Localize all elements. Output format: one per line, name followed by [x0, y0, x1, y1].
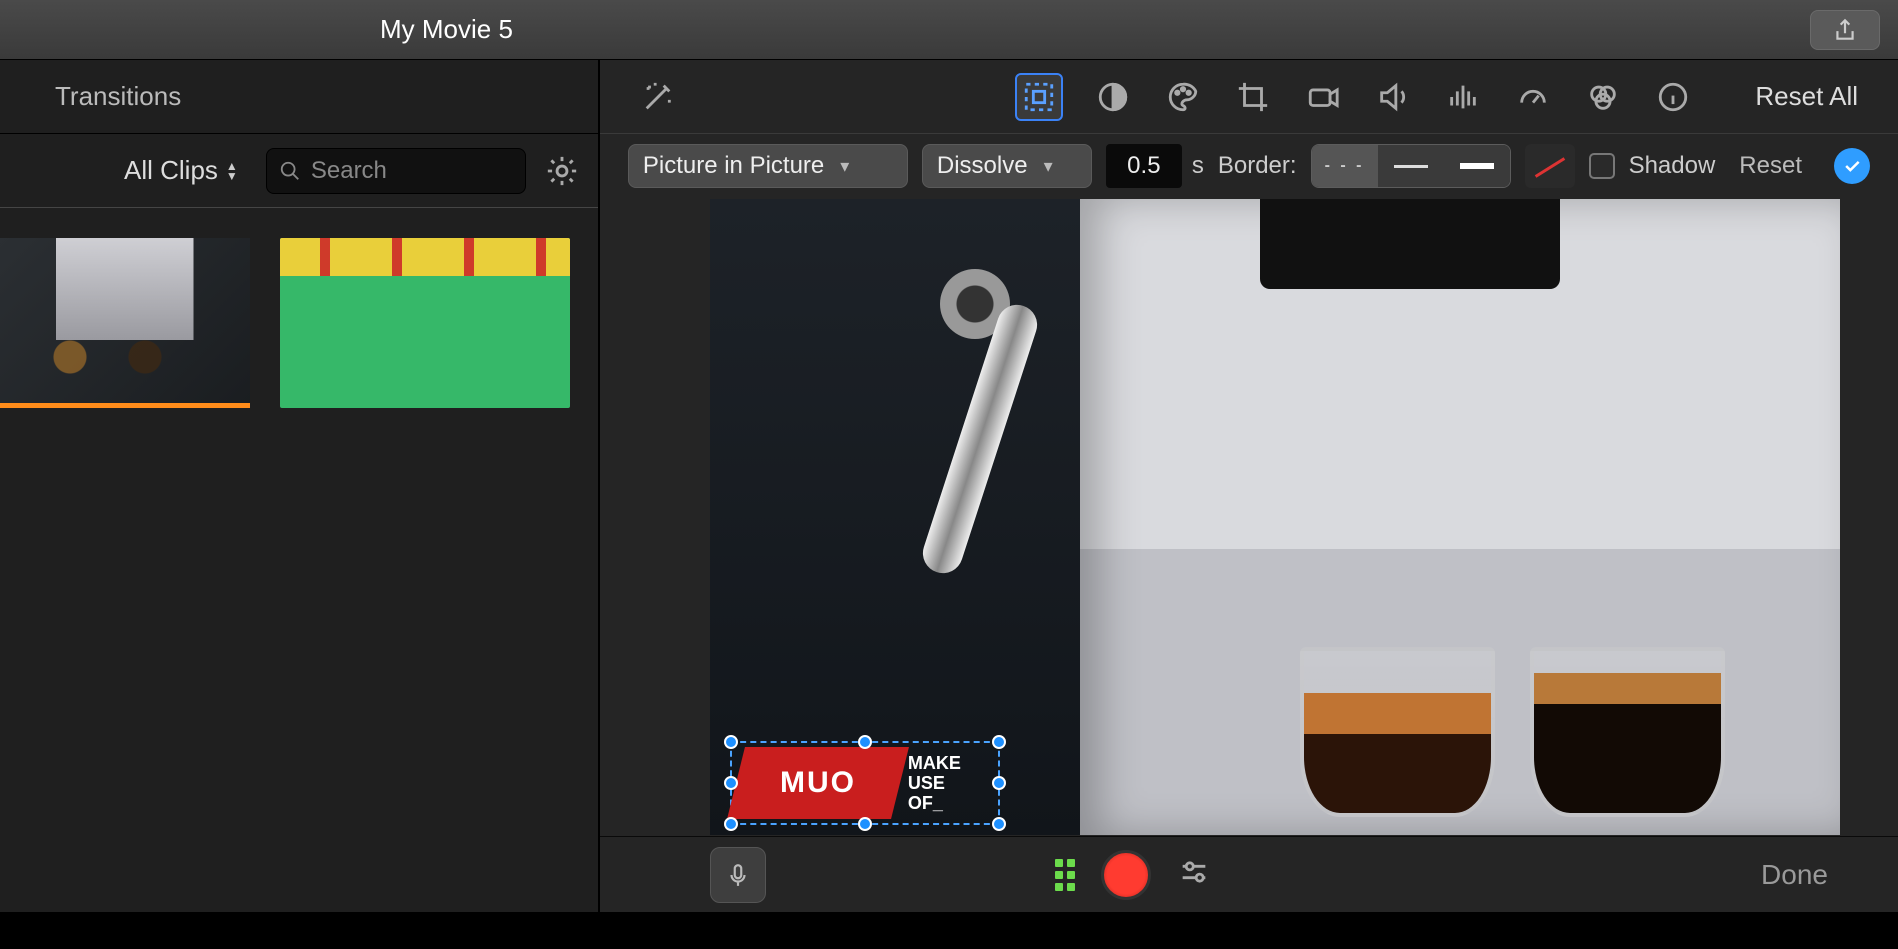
chevron-down-icon: ▾	[1044, 156, 1053, 177]
resize-handle[interactable]	[992, 735, 1006, 749]
video-frame	[710, 199, 1840, 835]
enhance-button[interactable]	[640, 79, 676, 115]
crop-button[interactable]	[1235, 79, 1271, 115]
camera-icon	[1306, 80, 1340, 114]
info-icon	[1656, 80, 1690, 114]
resize-handle[interactable]	[992, 817, 1006, 831]
viewer-area: MUO MAKE USE OF_	[600, 198, 1898, 836]
info-button[interactable]	[1655, 79, 1691, 115]
voiceover-options-button[interactable]	[1177, 855, 1211, 894]
resize-handle[interactable]	[858, 817, 872, 831]
playhead-marker	[0, 403, 250, 408]
share-icon	[1832, 15, 1858, 45]
border-none[interactable]: - - -	[1312, 145, 1378, 187]
video-frame-glass	[1300, 647, 1495, 817]
resize-handle[interactable]	[858, 735, 872, 749]
search-input[interactable]: Search	[266, 148, 526, 194]
duration-value: 0.5	[1127, 152, 1160, 180]
palette-icon	[1166, 80, 1200, 114]
applied-indicator[interactable]	[1834, 148, 1870, 184]
browser-tabbar: Transitions	[0, 60, 598, 134]
viewer-bottombar: Done	[600, 836, 1898, 912]
sliders-icon	[1177, 855, 1211, 889]
search-icon	[279, 160, 301, 182]
clip-browser	[0, 208, 598, 912]
project-title: My Movie 5	[380, 14, 513, 45]
viewer-pane: Reset All Picture in Picture ▾ Dissolve …	[600, 60, 1898, 912]
noise-reduction-button[interactable]	[1445, 79, 1481, 115]
microphone-icon	[725, 860, 751, 890]
pip-overlay-content: MUO MAKE USE OF_	[736, 747, 994, 819]
shadow-checkbox[interactable]	[1589, 153, 1615, 179]
media-browser: Transitions All Clips ▲▼ Search	[0, 60, 600, 912]
overlay-text: MAKE USE OF_	[900, 753, 994, 813]
filters-button[interactable]	[1585, 79, 1621, 115]
speaker-icon	[1376, 80, 1410, 114]
border-thick[interactable]	[1444, 145, 1510, 187]
border-style-segmented[interactable]: - - -	[1311, 144, 1511, 188]
resize-handle[interactable]	[724, 735, 738, 749]
clips-filter-label: All Clips	[124, 155, 218, 186]
reset-all-button[interactable]: Reset All	[1755, 81, 1858, 112]
done-button[interactable]: Done	[1761, 859, 1828, 891]
color-correction-button[interactable]	[1165, 79, 1201, 115]
clip-thumbnail-video[interactable]	[0, 238, 250, 408]
footer-strip	[0, 912, 1898, 949]
stabilization-button[interactable]	[1305, 79, 1341, 115]
browser-settings-button[interactable]	[540, 149, 584, 193]
crop-icon	[1236, 80, 1270, 114]
duration-unit: s	[1192, 152, 1204, 180]
circles-icon	[1586, 80, 1620, 114]
overlay-badge-text: MUO	[780, 766, 856, 800]
border-color-swatch[interactable]	[1525, 144, 1575, 188]
resize-handle[interactable]	[992, 776, 1006, 790]
contrast-icon	[1096, 80, 1130, 114]
pip-overlay-selection[interactable]: MUO MAKE USE OF_	[730, 741, 1000, 825]
speedometer-icon	[1516, 80, 1550, 114]
pip-controls: Picture in Picture ▾ Dissolve ▾ 0.5 s Bo…	[600, 134, 1898, 198]
duration-field[interactable]: 0.5	[1106, 144, 1182, 188]
border-thin[interactable]	[1378, 145, 1444, 187]
audio-meter	[1055, 859, 1075, 891]
inspector-toolbar: Reset All	[600, 60, 1898, 134]
pip-reset-button[interactable]: Reset	[1739, 152, 1802, 180]
overlay-mode-dropdown[interactable]: Picture in Picture ▾	[628, 144, 908, 188]
resize-handle[interactable]	[724, 817, 738, 831]
share-button[interactable]	[1810, 10, 1880, 50]
clip-thumbnail-audio[interactable]	[280, 238, 570, 408]
volume-button[interactable]	[1375, 79, 1411, 115]
titlebar: My Movie 5	[0, 0, 1898, 60]
speed-button[interactable]	[1515, 79, 1551, 115]
search-placeholder: Search	[311, 157, 387, 185]
voiceover-button[interactable]	[710, 847, 766, 903]
border-label: Border:	[1218, 152, 1297, 180]
chevron-down-icon: ▾	[840, 156, 849, 177]
overlay-button[interactable]	[1017, 75, 1061, 119]
tab-transitions[interactable]: Transitions	[0, 81, 181, 112]
overlay-mode-value: Picture in Picture	[643, 152, 824, 180]
equalizer-icon	[1446, 80, 1480, 114]
clips-filter-dropdown[interactable]: All Clips ▲▼	[124, 155, 238, 186]
wand-icon	[641, 80, 675, 114]
video-frame-wand	[918, 300, 1043, 579]
color-balance-button[interactable]	[1095, 79, 1131, 115]
chevron-updown-icon: ▲▼	[226, 161, 238, 181]
gear-icon	[545, 154, 579, 188]
transition-value: Dissolve	[937, 152, 1028, 180]
preview-viewer[interactable]: MUO MAKE USE OF_	[710, 199, 1840, 835]
resize-handle[interactable]	[724, 776, 738, 790]
transition-dropdown[interactable]: Dissolve ▾	[922, 144, 1092, 188]
browser-filterbar: All Clips ▲▼ Search	[0, 134, 598, 208]
video-frame-glass	[1530, 647, 1725, 817]
check-icon	[1842, 156, 1862, 176]
shadow-label: Shadow	[1629, 152, 1716, 180]
overlay-icon	[1022, 80, 1056, 114]
record-button[interactable]	[1101, 850, 1151, 900]
